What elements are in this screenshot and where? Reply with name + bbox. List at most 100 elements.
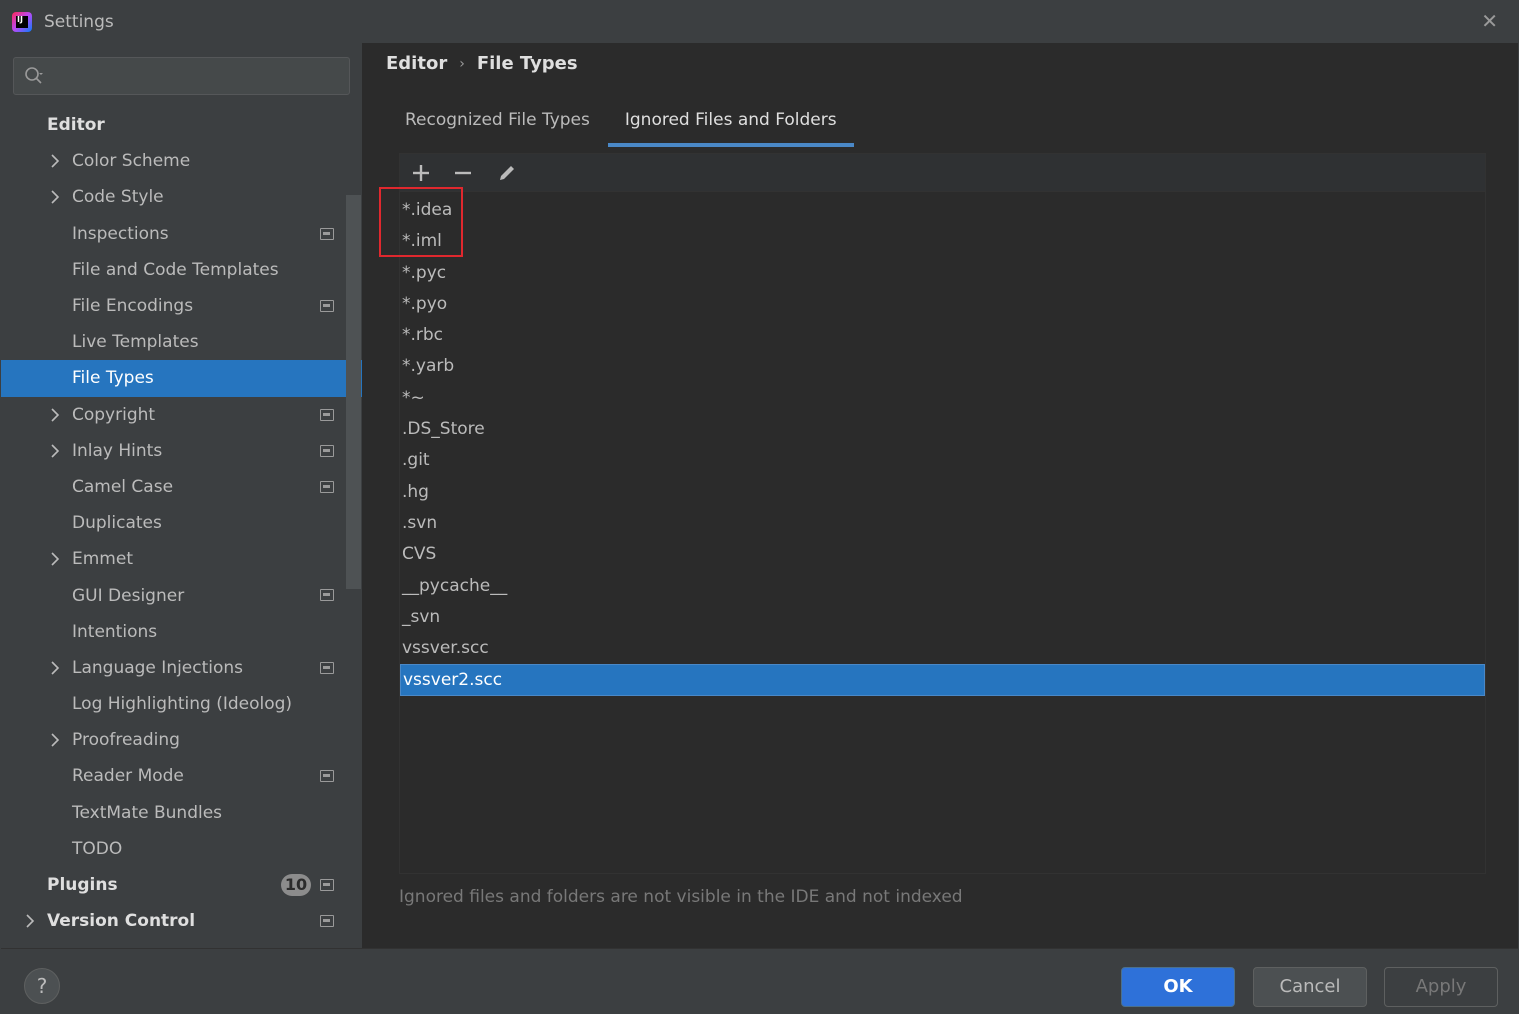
chevron-right-icon[interactable] [47, 660, 63, 676]
list-item[interactable]: CVS [400, 539, 1485, 570]
sidebar-item-editor[interactable]: Editor [1, 107, 362, 143]
tab-ignored-files-and-folders[interactable]: Ignored Files and Folders [607, 101, 854, 147]
sidebar-item-reader-mode[interactable]: Reader Mode [1, 758, 362, 794]
sidebar-item-label: Plugins [47, 875, 118, 896]
sidebar-item-plugins[interactable]: Plugins 10 [1, 867, 362, 903]
project-level-icon [320, 878, 334, 891]
project-level-icon [320, 589, 334, 602]
sidebar-item-version-control[interactable]: Version Control [1, 903, 362, 939]
ignored-files-list: *.idea *.iml *.pyc *.pyo *.rbc *.yarb *~ .DS_St… [400, 195, 1485, 696]
cancel-button[interactable]: Cancel [1253, 967, 1367, 1007]
list-item[interactable]: *.iml [400, 226, 1485, 257]
sidebar-item-label: Color Scheme [72, 151, 191, 172]
list-toolbar [400, 154, 1485, 192]
tab-recognized-file-types[interactable]: Recognized File Types [391, 101, 604, 147]
sidebar-item-inspections[interactable]: Inspections [1, 216, 362, 252]
chevron-right-icon[interactable] [22, 913, 38, 929]
project-level-icon [320, 480, 334, 493]
help-button[interactable]: ? [24, 968, 60, 1004]
dialog-footer: ? OK Cancel Apply [1, 948, 1518, 1014]
chevron-right-icon[interactable] [47, 732, 63, 748]
sidebar-scrollbar[interactable] [346, 195, 361, 589]
sidebar-item-log-highlighting-ideolog[interactable]: Log Highlighting (Ideolog) [1, 686, 362, 722]
sidebar-item-proofreading[interactable]: Proofreading [1, 722, 362, 758]
sidebar-item-camel-case[interactable]: Camel Case [1, 469, 362, 505]
list-item[interactable]: *.pyc [400, 258, 1485, 289]
list-item[interactable]: .svn [400, 508, 1485, 539]
sidebar-item-label: File and Code Templates [72, 259, 279, 280]
chevron-right-icon[interactable] [47, 443, 63, 459]
list-item[interactable]: *.rbc [400, 320, 1485, 351]
chevron-right-icon[interactable] [47, 551, 63, 567]
remove-icon[interactable] [452, 162, 474, 184]
project-level-icon [320, 915, 334, 928]
chevron-right-icon[interactable] [47, 407, 63, 423]
sidebar-item-label: Reader Mode [72, 766, 184, 787]
sidebar-item-label: File Encodings [72, 296, 194, 317]
sidebar-item-textmate-bundles[interactable]: TextMate Bundles [1, 795, 362, 831]
breadcrumb-parent[interactable]: Editor [386, 53, 447, 74]
breadcrumb: Editor › File Types [386, 53, 578, 74]
sidebar-item-label: Live Templates [72, 332, 199, 353]
sidebar-item-label: File Types [72, 368, 154, 389]
sidebar-item-copyright[interactable]: Copyright [1, 397, 362, 433]
tab-bar: Recognized File Types Ignored Files and F… [391, 101, 854, 147]
close-icon[interactable]: ✕ [1481, 9, 1498, 33]
settings-tree: Editor Color Scheme Code Style Inspections F… [1, 107, 362, 939]
sidebar-item-file-and-code-templates[interactable]: File and Code Templates [1, 252, 362, 288]
list-item[interactable]: *~ [400, 383, 1485, 414]
chevron-right-icon[interactable] [47, 189, 63, 205]
sidebar-item-label: Copyright [72, 404, 156, 425]
intellij-logo-icon: IJ [12, 12, 32, 32]
sidebar-item-duplicates[interactable]: Duplicates [1, 505, 362, 541]
search-input[interactable] [54, 62, 344, 90]
breadcrumb-separator: › [459, 55, 465, 72]
sidebar-item-intentions[interactable]: Intentions [1, 614, 362, 650]
edit-icon[interactable] [496, 162, 518, 184]
list-item[interactable]: .git [400, 445, 1485, 476]
sidebar-item-label: Inlay Hints [72, 440, 163, 461]
sidebar-item-emmet[interactable]: Emmet [1, 541, 362, 577]
title-bar: IJ Settings ✕ [1, 1, 1518, 43]
sidebar-item-label: TextMate Bundles [72, 802, 223, 823]
sidebar-item-label: Intentions [72, 621, 158, 642]
sidebar-item-inlay-hints[interactable]: Inlay Hints [1, 433, 362, 469]
list-item[interactable]: .hg [400, 477, 1485, 508]
list-item[interactable]: *.idea [400, 195, 1485, 226]
window-title: Settings [44, 12, 114, 32]
sidebar-item-color-scheme[interactable]: Color Scheme [1, 143, 362, 179]
sidebar-item-language-injections[interactable]: Language Injections [1, 650, 362, 686]
update-count-badge: 10 [281, 873, 311, 896]
settings-window: IJ Settings ✕ Editor Color Scheme Code Sty… [0, 0, 1519, 1014]
list-item[interactable]: __pycache__ [400, 571, 1485, 602]
apply-button[interactable]: Apply [1384, 967, 1498, 1007]
sidebar-item-label: Version Control [47, 911, 196, 932]
search-icon [25, 67, 43, 84]
project-level-icon [320, 408, 334, 421]
add-icon[interactable] [410, 162, 432, 184]
sidebar-item-label: Emmet [72, 549, 133, 570]
sidebar-item-file-types[interactable]: File Types [1, 360, 362, 397]
sidebar-item-live-templates[interactable]: Live Templates [1, 324, 362, 360]
annotation-highlight-box [379, 187, 463, 257]
project-level-icon [320, 227, 334, 240]
list-item[interactable]: _svn [400, 602, 1485, 633]
search-box[interactable] [13, 57, 350, 95]
list-item[interactable]: vssver.scc [400, 633, 1485, 664]
ok-button[interactable]: OK [1121, 967, 1235, 1007]
breadcrumb-current: File Types [476, 53, 578, 74]
list-item[interactable]: *.pyo [400, 289, 1485, 320]
sidebar-item-code-style[interactable]: Code Style [1, 179, 362, 215]
sidebar-item-file-encodings[interactable]: File Encodings [1, 288, 362, 324]
sidebar-item-label: Code Style [72, 187, 164, 208]
sidebar-item-gui-designer[interactable]: GUI Designer [1, 577, 362, 613]
sidebar-item-label: Log Highlighting (Ideolog) [72, 694, 293, 715]
chevron-right-icon[interactable] [47, 153, 63, 169]
sidebar-item-todo[interactable]: TODO [1, 831, 362, 867]
list-item[interactable]: vssver2.scc [400, 664, 1485, 696]
hint-text: Ignored files and folders are not visibl… [399, 887, 963, 907]
list-item[interactable]: .DS_Store [400, 414, 1485, 445]
project-level-icon [320, 770, 334, 783]
settings-sidebar: Editor Color Scheme Code Style Inspections F… [1, 43, 362, 948]
list-item[interactable]: *.yarb [400, 351, 1485, 382]
